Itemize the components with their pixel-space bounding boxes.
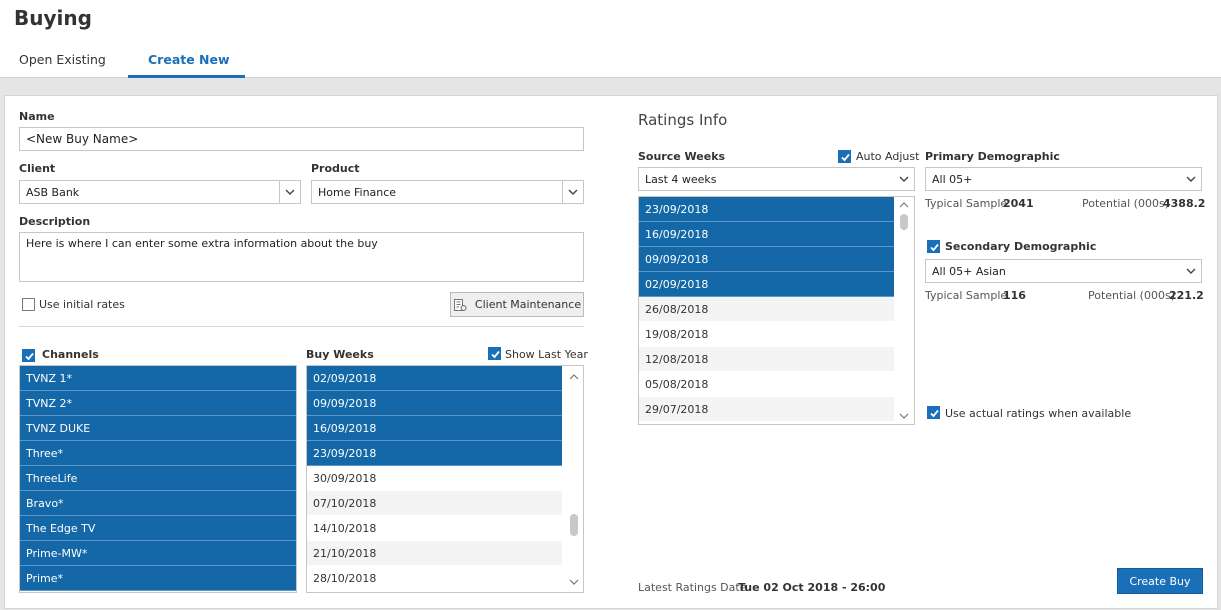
secondary-demographic-select[interactable]: All 05+ Asian: [925, 259, 1202, 283]
page-title: Buying: [14, 6, 92, 30]
secondary-demographic-value: All 05+ Asian: [932, 264, 1006, 278]
scroll-up-icon[interactable]: [899, 201, 909, 209]
list-item[interactable]: 02/09/2018: [639, 272, 895, 297]
list-item[interactable]: 16/09/2018: [639, 222, 895, 247]
list-item[interactable]: 14/10/2018: [307, 516, 562, 541]
list-item[interactable]: The Edge TV: [20, 516, 296, 541]
list-item[interactable]: 19/08/2018: [639, 322, 895, 347]
channels-select-all-checkbox[interactable]: [22, 349, 35, 362]
client-select-value: ASB Bank: [26, 185, 80, 199]
description-textarea[interactable]: Here is where I can enter some extra inf…: [19, 232, 584, 282]
channels-list[interactable]: TVNZ 1* TVNZ 2* TVNZ DUKE Three* ThreeLi…: [19, 365, 297, 593]
show-last-year-checkbox[interactable]: [488, 347, 501, 360]
chevron-down-icon[interactable]: [1180, 260, 1201, 282]
list-item[interactable]: 28/10/2018: [307, 566, 562, 591]
ratings-info-title: Ratings Info: [638, 111, 728, 129]
client-label: Client: [19, 162, 56, 175]
secondary-demographic-checkbox[interactable]: [927, 240, 940, 253]
form-divider: [19, 326, 584, 327]
list-item[interactable]: 23/09/2018: [307, 441, 562, 466]
create-buy-button[interactable]: Create Buy: [1117, 568, 1203, 594]
use-actual-ratings-label: Use actual ratings when available: [945, 407, 1132, 420]
list-item[interactable]: 29/07/2018: [639, 397, 895, 422]
primary-demographic-value: All 05+: [932, 172, 973, 186]
description-label: Description: [19, 215, 91, 228]
secondary-potential-label: Potential (000s): [1088, 289, 1175, 302]
buy-weeks-scrollbar[interactable]: [565, 366, 583, 592]
name-input-value: <New Buy Name>: [26, 132, 139, 146]
list-item[interactable]: 09/09/2018: [307, 391, 562, 416]
scroll-down-icon[interactable]: [899, 412, 909, 420]
primary-potential-value: 4388.2: [1163, 197, 1206, 210]
latest-ratings-date-label: Latest Ratings Date: [638, 581, 747, 594]
list-item[interactable]: 26/08/2018: [639, 297, 895, 322]
client-select[interactable]: ASB Bank: [19, 180, 301, 204]
chevron-down-icon[interactable]: [893, 168, 914, 190]
list-item[interactable]: 07/10/2018: [307, 491, 562, 516]
chevron-down-icon[interactable]: [1180, 168, 1201, 190]
latest-ratings-date-value: Tue 02 Oct 2018 - 26:00: [738, 581, 886, 594]
name-label: Name: [19, 110, 55, 123]
client-maintenance-button[interactable]: Client Maintenance: [450, 292, 584, 317]
description-value: Here is where I can enter some extra inf…: [26, 237, 378, 250]
scroll-thumb[interactable]: [900, 214, 908, 230]
list-item[interactable]: 02/09/2018: [307, 366, 562, 391]
source-weeks-select[interactable]: Last 4 weeks: [638, 167, 915, 191]
show-last-year-label: Show Last Year: [505, 348, 588, 361]
tab-create-new[interactable]: Create New: [148, 52, 230, 67]
create-buy-panel: Name <New Buy Name> Client ASB Bank Prod…: [4, 95, 1218, 609]
channels-label: Channels: [42, 348, 99, 361]
product-select-value: Home Finance: [318, 185, 397, 199]
list-item[interactable]: 05/08/2018: [639, 372, 895, 397]
product-select[interactable]: Home Finance: [311, 180, 584, 204]
source-weeks-select-value: Last 4 weeks: [645, 172, 717, 186]
list-item[interactable]: TVNZ 2*: [20, 391, 296, 416]
use-actual-ratings-checkbox[interactable]: [927, 406, 940, 419]
use-initial-rates-label: Use initial rates: [39, 298, 125, 311]
product-label: Product: [311, 162, 360, 175]
scroll-up-icon[interactable]: [569, 373, 579, 381]
client-maintenance-label: Client Maintenance: [474, 298, 582, 311]
tab-open-existing[interactable]: Open Existing: [19, 52, 106, 67]
primary-demographic-label: Primary Demographic: [925, 150, 1060, 163]
list-item[interactable]: 09/09/2018: [639, 247, 895, 272]
name-input[interactable]: <New Buy Name>: [19, 127, 584, 151]
auto-adjust-checkbox[interactable]: [838, 150, 851, 163]
tab-bar: Open Existing Create New: [0, 44, 1221, 78]
client-maintenance-icon: [453, 298, 467, 312]
secondary-typical-sample-label: Typical Sample: [925, 289, 1008, 302]
auto-adjust-label: Auto Adjust: [856, 150, 920, 163]
primary-typical-sample-label: Typical Sample: [925, 197, 1008, 210]
chevron-down-icon[interactable]: [279, 181, 300, 203]
buy-weeks-label: Buy Weeks: [306, 348, 374, 361]
list-item[interactable]: TVNZ DUKE: [20, 416, 296, 441]
list-item[interactable]: 23/09/2018: [639, 197, 895, 222]
list-item[interactable]: TVNZ 1*: [20, 366, 296, 391]
source-weeks-scrollbar[interactable]: [894, 197, 914, 424]
scroll-thumb[interactable]: [570, 514, 578, 536]
list-item[interactable]: 16/09/2018: [307, 416, 562, 441]
list-item[interactable]: Bravo*: [20, 491, 296, 516]
list-item[interactable]: 21/10/2018: [307, 541, 562, 566]
secondary-potential-value: 221.2: [1169, 289, 1204, 302]
list-item[interactable]: Prime-MW*: [20, 541, 296, 566]
source-weeks-label: Source Weeks: [638, 150, 726, 163]
primary-demographic-select[interactable]: All 05+: [925, 167, 1202, 191]
chevron-down-icon[interactable]: [562, 181, 583, 203]
buy-weeks-list[interactable]: 02/09/2018 09/09/2018 16/09/2018 23/09/2…: [306, 365, 584, 593]
list-item[interactable]: ThreeLife: [20, 466, 296, 491]
primary-typical-sample-value: 2041: [1003, 197, 1034, 210]
list-item[interactable]: Three*: [20, 441, 296, 466]
scroll-down-icon[interactable]: [569, 578, 579, 586]
use-initial-rates-checkbox[interactable]: [22, 298, 35, 311]
list-item[interactable]: 12/08/2018: [639, 347, 895, 372]
list-item[interactable]: Prime*: [20, 566, 296, 591]
primary-potential-label: Potential (000s): [1082, 197, 1169, 210]
source-weeks-list[interactable]: 23/09/2018 16/09/2018 09/09/2018 02/09/2…: [638, 196, 915, 425]
secondary-demographic-label: Secondary Demographic: [945, 240, 1097, 253]
secondary-typical-sample-value: 116: [1003, 289, 1026, 302]
list-item[interactable]: 30/09/2018: [307, 466, 562, 491]
